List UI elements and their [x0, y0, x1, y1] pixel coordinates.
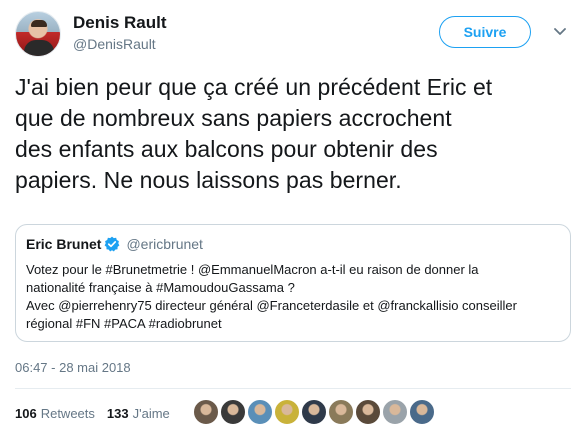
author-name[interactable]: Denis Rault	[73, 13, 167, 33]
avatar-hair	[31, 20, 47, 27]
author-handle[interactable]: @DenisRault	[73, 36, 156, 52]
avatar-suit	[24, 40, 54, 56]
divider	[15, 388, 571, 389]
quoted-author-name[interactable]: Eric Brunet	[26, 236, 101, 252]
likes-label[interactable]: J'aime	[133, 406, 170, 421]
tweet-text-line: J'ai bien peur que ça créé un précédent …	[15, 74, 493, 100]
quoted-text-line: Votez pour le #Brunetmetrie ! @EmmanuelM…	[26, 262, 479, 277]
quoted-tweet-text: Votez pour le #Brunetmetrie ! @EmmanuelM…	[26, 261, 560, 333]
quoted-tweet[interactable]: Eric Brunet @ericbrunet Votez pour le #B…	[15, 224, 571, 342]
likes-count[interactable]: 133	[107, 406, 129, 421]
tweet-text-line: papiers. Ne nous laissons pas berner.	[15, 167, 402, 193]
author-avatar[interactable]	[15, 11, 61, 57]
liker-avatar[interactable]	[193, 399, 219, 425]
quoted-text-line: régional #FN #PACA #radiobrunet	[26, 316, 222, 331]
liker-avatar[interactable]	[355, 399, 381, 425]
follow-button[interactable]: Suivre	[439, 16, 531, 48]
liker-avatar[interactable]	[409, 399, 435, 425]
liker-avatar[interactable]	[220, 399, 246, 425]
tweet-timestamp[interactable]: 06:47 - 28 mai 2018	[15, 360, 131, 375]
retweets-count[interactable]: 106	[15, 406, 37, 421]
tweet-text-line: que de nombreux sans papiers accrochent	[15, 105, 452, 131]
verified-badge-icon	[104, 236, 120, 252]
quoted-tweet-header: Eric Brunet @ericbrunet	[26, 235, 560, 253]
liker-avatar[interactable]	[382, 399, 408, 425]
retweets-label[interactable]: Retweets	[41, 406, 95, 421]
tweet-stats: 106 Retweets 133 J'aime	[15, 404, 170, 422]
liker-avatars	[193, 399, 436, 425]
tweet-text-line: des enfants aux balcons pour obtenir des	[15, 136, 438, 162]
liker-avatar[interactable]	[274, 399, 300, 425]
tweet-text: J'ai bien peur que ça créé un précédent …	[15, 72, 575, 196]
quoted-author-handle[interactable]: @ericbrunet	[126, 236, 202, 252]
quoted-text-line: nationalité française à #MamoudouGassama…	[26, 280, 295, 295]
quoted-text-line: Avec @pierrehenry75 directeur général @F…	[26, 298, 517, 313]
chevron-down-icon[interactable]	[553, 25, 567, 39]
tweet-header: Denis Rault @DenisRault Suivre	[15, 11, 571, 57]
liker-avatar[interactable]	[328, 399, 354, 425]
liker-avatar[interactable]	[301, 399, 327, 425]
liker-avatar[interactable]	[247, 399, 273, 425]
